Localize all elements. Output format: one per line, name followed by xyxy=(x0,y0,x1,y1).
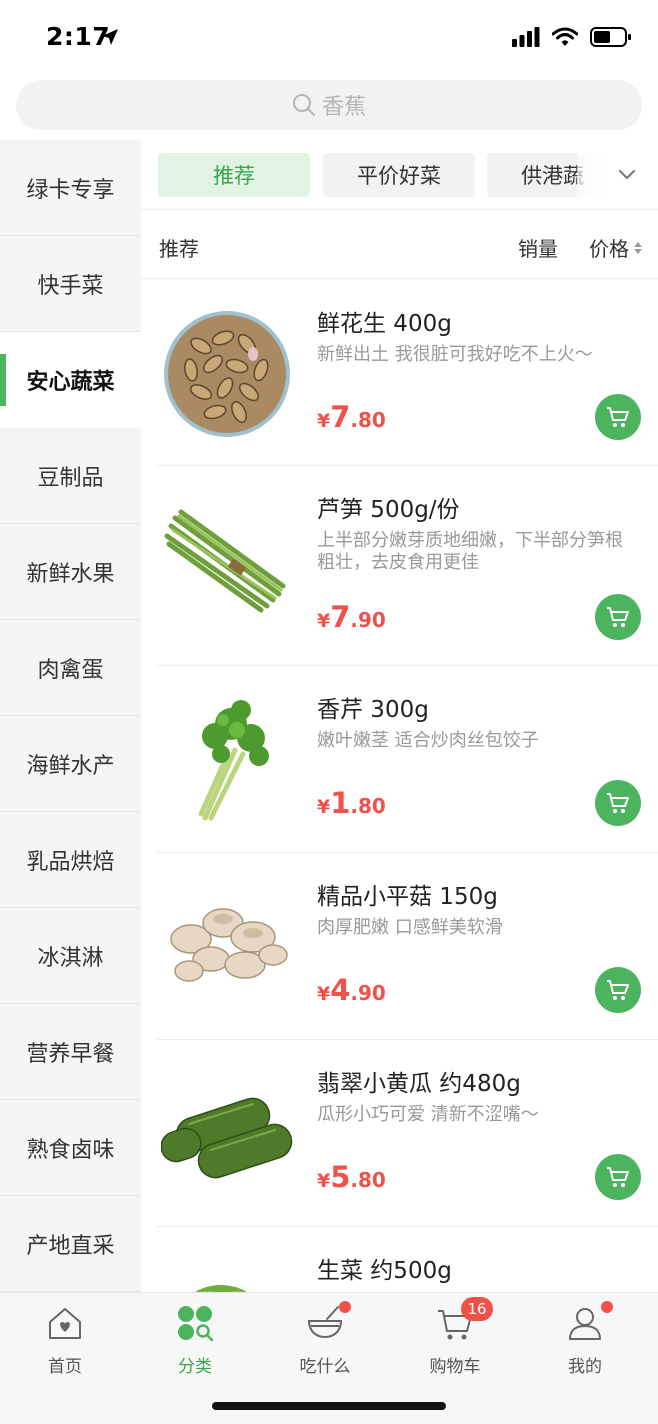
chevron-down-icon xyxy=(619,169,635,179)
tab-label: 我的 xyxy=(568,1357,602,1377)
tab-category[interactable]: 分类 xyxy=(130,1303,260,1379)
sort-arrows-icon xyxy=(634,241,642,254)
wifi-icon xyxy=(552,27,578,46)
add-to-cart-button[interactable] xyxy=(595,594,641,640)
sidebar-item-green-card[interactable]: 绿卡专享 xyxy=(0,140,141,236)
product-item[interactable]: 生菜 约500g xyxy=(157,1227,658,1292)
product-price: ¥1.80 xyxy=(317,786,386,820)
cart-icon xyxy=(607,980,629,1000)
search-icon xyxy=(292,94,315,116)
sidebar-item-ice-cream[interactable]: 冰淇淋 xyxy=(0,908,141,1004)
sidebar-item-direct-origin[interactable]: 产地直采 xyxy=(0,1196,141,1292)
tab-label: 首页 xyxy=(48,1357,82,1377)
cart-icon xyxy=(607,607,629,627)
location-arrow-icon xyxy=(102,29,118,45)
category-icon xyxy=(178,1306,214,1342)
add-to-cart-button[interactable] xyxy=(595,1154,641,1200)
tab-profile[interactable]: 我的 xyxy=(520,1301,650,1379)
tab-label: 吃什么 xyxy=(299,1357,351,1377)
mushroom-image xyxy=(170,908,288,982)
subcategory-chips: 推荐 平价好菜 供港蔬 xyxy=(141,140,658,210)
sidebar-item-meat-eggs[interactable]: 肉禽蛋 xyxy=(0,620,141,716)
sidebar-item-fruit[interactable]: 新鲜水果 xyxy=(0,524,141,620)
sort-bar: 推荐 销量 价格 xyxy=(141,211,658,279)
lettuce-image xyxy=(195,1285,247,1292)
add-to-cart-button[interactable] xyxy=(595,780,641,826)
product-description: 新鲜出土 我很脏可我好吃不上火～ xyxy=(317,344,593,365)
sort-by-sales[interactable]: 销量 xyxy=(518,233,558,262)
product-description: 瓜形小巧可爱 清新不涩嘴～ xyxy=(317,1104,539,1125)
notification-dot xyxy=(601,1301,613,1313)
sort-by-price[interactable]: 价格 xyxy=(589,233,642,262)
product-name: 翡翠小黄瓜 约480g xyxy=(317,1071,521,1097)
product-name: 香芹 300g xyxy=(317,697,429,723)
profile-icon xyxy=(569,1308,601,1340)
sidebar-item-quick-dishes[interactable]: 快手菜 xyxy=(0,236,141,332)
product-description: 肉厚肥嫩 口感鲜美软滑 xyxy=(317,917,503,938)
product-name: 精品小平菇 150g xyxy=(317,884,498,910)
product-item[interactable]: 芦笋 500g/份 上半部分嫩芽质地细嫩，下半部分笋根粗壮，去皮食用更佳 ¥7.… xyxy=(157,466,658,666)
product-list: 鲜花生 400g 新鲜出土 我很脏可我好吃不上火～ ¥7.80 芦笋 500g/… xyxy=(157,280,658,1292)
cellular-signal-icon xyxy=(512,27,540,47)
peanut-image xyxy=(164,311,290,437)
product-name: 鲜花生 400g xyxy=(317,311,452,337)
chip-recommended[interactable]: 推荐 xyxy=(158,153,310,197)
celery-image xyxy=(198,700,269,821)
product-item[interactable]: 香芹 300g 嫩叶嫩茎 适合炒肉丝包饺子 ¥1.80 xyxy=(157,666,658,853)
sidebar-item-deli[interactable]: 熟食卤味 xyxy=(0,1100,141,1196)
sort-recommended[interactable]: 推荐 xyxy=(159,233,199,262)
asparagus-image xyxy=(164,509,286,613)
chip-affordable[interactable]: 平价好菜 xyxy=(323,153,475,197)
add-to-cart-button[interactable] xyxy=(595,967,641,1013)
product-item[interactable]: 翡翠小黄瓜 约480g 瓜形小巧可爱 清新不涩嘴～ ¥5.80 xyxy=(157,1040,658,1227)
add-to-cart-button[interactable] xyxy=(595,394,641,440)
home-icon xyxy=(49,1308,81,1339)
status-bar: 2:17 xyxy=(0,0,658,76)
sidebar-item-seafood[interactable]: 海鲜水产 xyxy=(0,716,141,812)
product-name: 生菜 约500g xyxy=(317,1258,452,1284)
sidebar-item-dairy-bakery[interactable]: 乳品烘焙 xyxy=(0,812,141,908)
cart-icon xyxy=(607,407,629,427)
sidebar-item-breakfast[interactable]: 营养早餐 xyxy=(0,1004,141,1100)
sort-price-label: 价格 xyxy=(589,237,629,261)
sidebar-item-vegetables[interactable]: 安心蔬菜 xyxy=(0,332,141,428)
cart-icon xyxy=(607,793,629,813)
product-price: ¥7.80 xyxy=(317,400,386,434)
cart-icon xyxy=(607,1167,629,1187)
search-placeholder: 香蕉 xyxy=(321,95,366,120)
product-name: 芦笋 500g/份 xyxy=(317,497,460,523)
search-bar[interactable]: 香蕉 xyxy=(16,80,642,130)
product-item[interactable]: 鲜花生 400g 新鲜出土 我很脏可我好吃不上火～ ¥7.80 xyxy=(157,280,658,466)
product-description: 上半部分嫩芽质地细嫩，下半部分笋根粗壮，去皮食用更佳 xyxy=(317,530,623,573)
chips-expand[interactable] xyxy=(577,140,658,209)
tab-home[interactable]: 首页 xyxy=(0,1303,130,1379)
tab-cart[interactable]: 16 购物车 xyxy=(390,1297,520,1379)
notification-dot xyxy=(339,1301,351,1313)
tab-label: 分类 xyxy=(178,1357,212,1377)
category-sidebar: 绿卡专享 快手菜 安心蔬菜 豆制品 新鲜水果 肉禽蛋 海鲜水产 乳品烘焙 冰淇淋… xyxy=(0,140,141,1292)
product-description: 嫩叶嫩茎 适合炒肉丝包饺子 xyxy=(317,730,539,751)
battery-icon xyxy=(590,27,631,47)
cart-count-badge: 16 xyxy=(461,1297,493,1321)
home-indicator xyxy=(212,1402,446,1410)
product-price: ¥7.90 xyxy=(317,600,386,634)
sidebar-item-tofu[interactable]: 豆制品 xyxy=(0,428,141,524)
product-item[interactable]: 精品小平菇 150g 肉厚肥嫩 口感鲜美软滑 ¥4.90 xyxy=(157,853,658,1040)
cucumber-image xyxy=(161,1097,293,1179)
product-price: ¥4.90 xyxy=(317,973,386,1007)
product-price: ¥5.80 xyxy=(317,1160,386,1194)
tab-what-to-eat[interactable]: 吃什么 xyxy=(260,1301,390,1379)
tab-label: 购物车 xyxy=(429,1357,481,1377)
